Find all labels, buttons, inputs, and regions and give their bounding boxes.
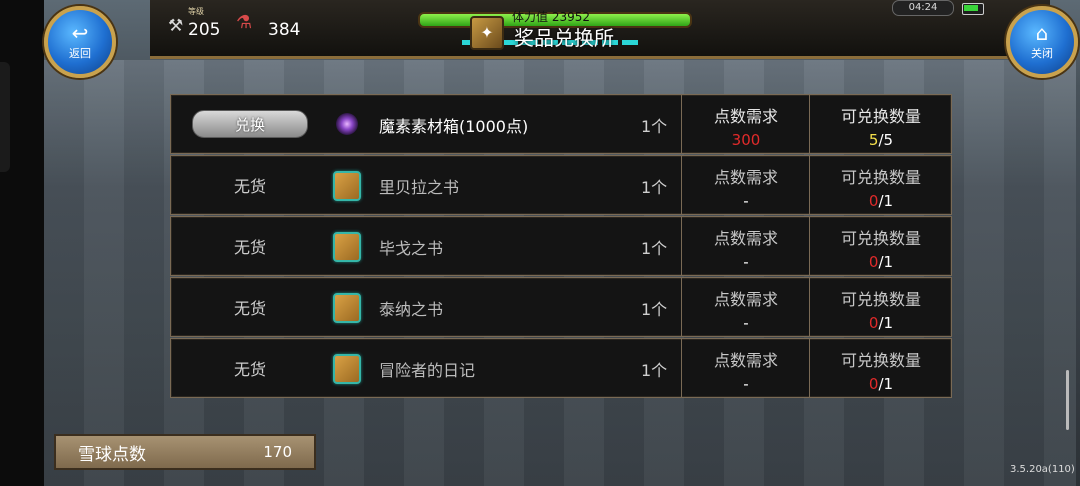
count-label: 可兑换数量 xyxy=(840,290,921,309)
points-cell: 点数需求 - xyxy=(681,217,810,275)
item-name: 冒险者的日记 xyxy=(379,361,476,380)
table-row: 无货 毕戈之书 1个 点数需求 - 可兑换数量 0/1 xyxy=(170,216,952,276)
row-action: 无货 xyxy=(171,278,329,336)
potion-icon: ⚗ xyxy=(236,12,253,33)
wrench-icon: ⚒ xyxy=(168,16,184,36)
count-value: 0/1 xyxy=(810,375,952,393)
points-label: 点数需求 xyxy=(713,351,778,370)
points-label: 点数需求 xyxy=(713,107,778,126)
count-value: 0/1 xyxy=(810,192,952,210)
count-value: 0/1 xyxy=(810,253,952,271)
count-label: 可兑换数量 xyxy=(840,168,921,187)
count-total: /1 xyxy=(878,253,894,271)
points-value: - xyxy=(743,314,749,332)
potion-count: 384 xyxy=(268,20,301,40)
exchange-button[interactable]: 兑换 xyxy=(192,110,308,138)
count-total: /1 xyxy=(878,375,894,393)
level-indicator: ⚒ 等级 205 xyxy=(168,6,230,46)
points-cell: 点数需求 - xyxy=(681,339,810,397)
points-value: - xyxy=(743,253,749,271)
row-action: 无货 xyxy=(171,156,329,214)
version-label: 3.5.20a(110) xyxy=(1010,464,1075,475)
table-row: 无货 泰纳之书 1个 点数需求 - 可兑换数量 0/1 xyxy=(170,277,952,337)
item-name: 里贝拉之书 xyxy=(379,178,460,197)
book-icon xyxy=(333,293,361,323)
item-name: 泰纳之书 xyxy=(379,300,444,319)
level-value: 205 xyxy=(188,20,221,40)
item-qty: 1个 xyxy=(641,300,668,319)
points-label: 点数需求 xyxy=(713,290,778,309)
prize-icon: ✦ xyxy=(470,16,504,50)
purple-orb-icon xyxy=(333,110,361,138)
points-label: 点数需求 xyxy=(713,229,778,248)
snowball-points-value: 170 xyxy=(263,443,292,461)
side-handle xyxy=(0,62,10,172)
count-total: /1 xyxy=(878,192,894,210)
item-name: 毕戈之书 xyxy=(379,239,444,258)
points-value: - xyxy=(743,192,749,210)
row-action: 无货 xyxy=(171,217,329,275)
points-value: 300 xyxy=(731,131,761,149)
item-qty: 1个 xyxy=(641,178,668,197)
count-total: /1 xyxy=(878,314,894,332)
scrollbar[interactable] xyxy=(1066,370,1069,430)
points-cell: 点数需求 300 xyxy=(681,95,810,153)
points-cell: 点数需求 - xyxy=(681,278,810,336)
count-cell: 可兑换数量 0/1 xyxy=(809,156,952,214)
count-label: 可兑换数量 xyxy=(840,107,921,126)
item-qty: 1个 xyxy=(641,361,668,380)
back-button[interactable]: ↩ 返回 xyxy=(44,6,116,78)
row-action: 无货 xyxy=(171,339,329,397)
count-cell: 可兑换数量 5/5 xyxy=(809,95,952,153)
item-qty: 1个 xyxy=(641,239,668,258)
count-cell: 可兑换数量 0/1 xyxy=(809,217,952,275)
count-label: 可兑换数量 xyxy=(840,229,921,248)
table-row: 无货 冒险者的日记 1个 点数需求 - 可兑换数量 0/1 xyxy=(170,338,952,398)
clock: 04:24 xyxy=(892,0,954,16)
item-qty: 1个 xyxy=(641,117,668,136)
home-icon: ⌂ xyxy=(1035,21,1049,45)
screen-left-edge xyxy=(0,0,44,486)
out-of-stock-label: 无货 xyxy=(233,360,266,379)
potion-indicator: ⚗ 384 xyxy=(234,6,304,46)
level-caption: 等级 xyxy=(188,7,204,16)
book-icon xyxy=(333,232,361,262)
back-button-label: 返回 xyxy=(69,47,91,60)
out-of-stock-label: 无货 xyxy=(233,177,266,196)
title-area: 体力值 23952 ✦ 奖品兑换所 xyxy=(412,6,712,54)
battery-icon xyxy=(962,3,984,15)
table-row: 兑换 魔素素材箱(1000点) 1个 点数需求 300 可兑换数量 5/5 xyxy=(170,94,952,154)
snowball-points-box: 雪球点数 170 xyxy=(54,434,316,470)
back-arrow-icon: ↩ xyxy=(71,21,89,45)
count-cell: 可兑换数量 0/1 xyxy=(809,278,952,336)
count-value: 0/1 xyxy=(810,314,952,332)
book-icon xyxy=(333,171,361,201)
close-button-label: 关闭 xyxy=(1031,47,1053,60)
count-value: 5/5 xyxy=(810,131,952,149)
book-icon xyxy=(333,354,361,384)
close-button[interactable]: ⌂ 关闭 xyxy=(1006,6,1078,78)
item-name: 魔素素材箱(1000点) xyxy=(379,117,529,136)
snowball-points-label: 雪球点数 xyxy=(78,444,146,465)
points-label: 点数需求 xyxy=(713,168,778,187)
points-value: - xyxy=(743,375,749,393)
points-cell: 点数需求 - xyxy=(681,156,810,214)
out-of-stock-label: 无货 xyxy=(233,238,266,257)
count-cell: 可兑换数量 0/1 xyxy=(809,339,952,397)
out-of-stock-label: 无货 xyxy=(233,299,266,318)
count-label: 可兑换数量 xyxy=(840,351,921,370)
page-title: 奖品兑换所 xyxy=(514,26,614,50)
table-row: 无货 里贝拉之书 1个 点数需求 - 可兑换数量 0/1 xyxy=(170,155,952,215)
count-total: /5 xyxy=(878,131,894,149)
row-action: 兑换 xyxy=(171,95,329,153)
